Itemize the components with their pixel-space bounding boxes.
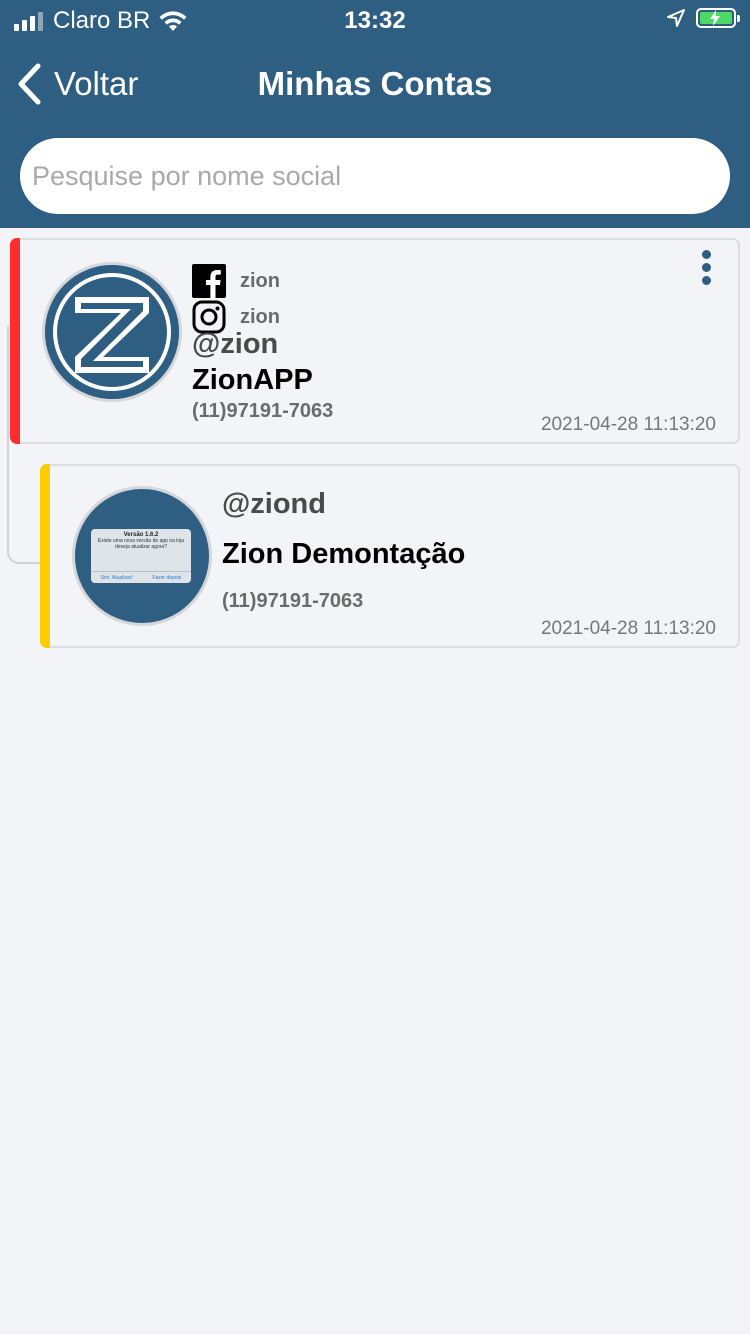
account-display-name: Zion Demontação <box>222 538 466 570</box>
account-handle: @zion <box>192 328 279 360</box>
more-options-button[interactable] <box>696 250 716 290</box>
account-phone: (11)97191-7063 <box>222 590 364 612</box>
location-icon <box>667 9 685 27</box>
dialog-cancel: Fazer depois <box>152 575 182 581</box>
account-date: 2021-04-28 11:13:20 <box>540 414 716 435</box>
social-name: zion <box>240 269 280 292</box>
dialog-body: Existe uma nova versão de app na loja de… <box>97 538 185 550</box>
avatar <box>42 262 182 402</box>
status-bar: Claro BR 13:32 <box>0 0 750 42</box>
account-card[interactable]: zion zion @zion ZionAPP (11)97191-7063 2… <box>10 238 740 444</box>
account-card[interactable]: Versão 1.6.2 Existe uma nova versão de a… <box>40 464 740 648</box>
account-date: 2021-04-28 11:13:20 <box>540 618 716 639</box>
status-right-group <box>666 8 740 28</box>
page-title: Minhas Contas <box>257 65 493 102</box>
social-row-facebook: zion <box>192 264 280 298</box>
dialog-confirm: Sim, Atualizar! <box>100 575 133 581</box>
update-dialog-thumbnail: Versão 1.6.2 Existe uma nova versão de a… <box>91 529 191 583</box>
card-accent-bar <box>40 464 50 648</box>
battery-charging-icon <box>696 8 740 28</box>
account-handle: @ziond <box>222 488 326 520</box>
search-input[interactable] <box>20 138 730 214</box>
social-name: zion <box>240 305 280 328</box>
navigation-bar: Voltar Minhas Contas <box>0 52 750 116</box>
card-accent-bar <box>10 238 20 444</box>
facebook-icon <box>192 264 226 298</box>
account-display-name: ZionAPP <box>192 364 313 396</box>
more-vertical-icon <box>701 250 711 259</box>
zion-logo-icon <box>45 265 179 399</box>
account-phone: (11)97191-7063 <box>192 400 334 422</box>
header: Claro BR 13:32 Voltar Minhas Contas Pesq… <box>0 0 750 228</box>
status-time: 13:32 <box>344 7 406 34</box>
avatar: Versão 1.6.2 Existe uma nova versão de a… <box>72 486 212 626</box>
